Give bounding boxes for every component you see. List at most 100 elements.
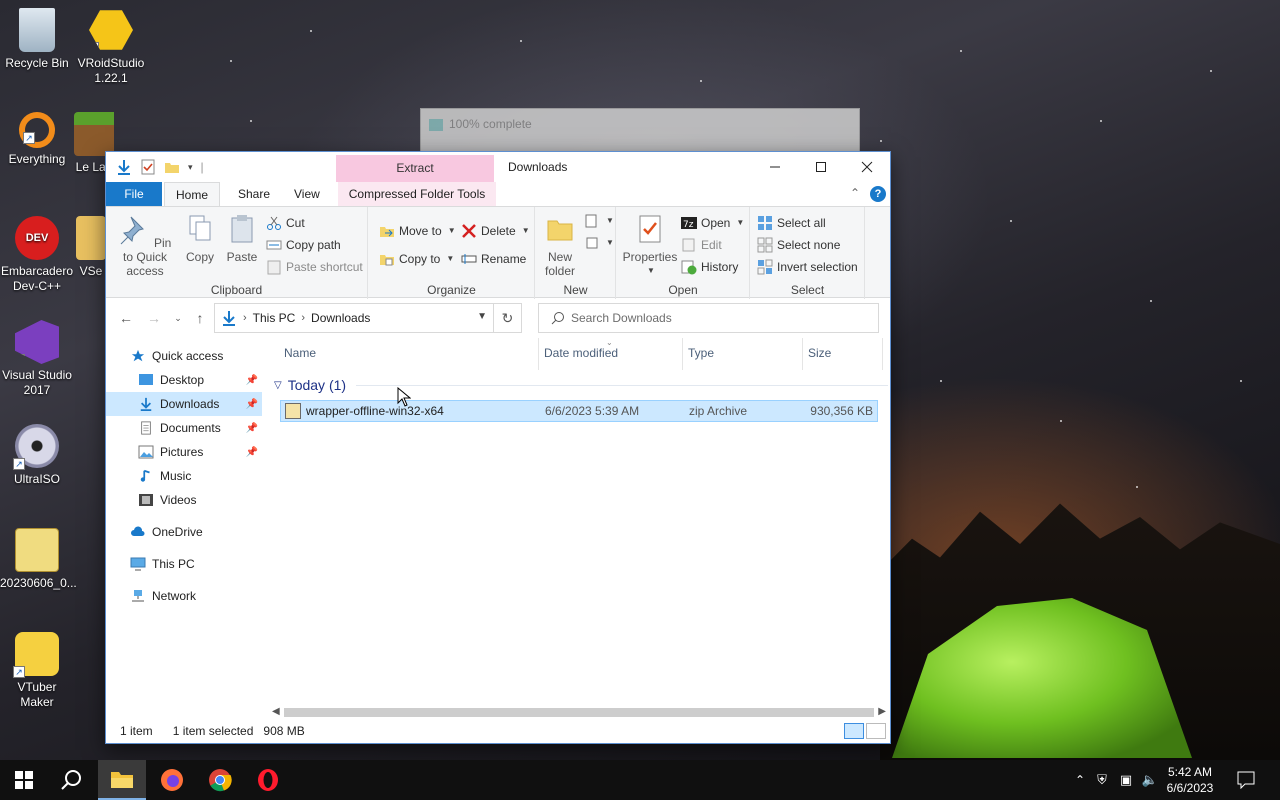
pin-quick-access-button[interactable]: Pin to Quick access <box>112 213 178 278</box>
up-button[interactable]: ↑ <box>190 309 210 327</box>
nav-pictures[interactable]: Pictures 📌 <box>106 440 262 464</box>
column-date-modified[interactable]: Date modified <box>544 346 618 360</box>
title-bar[interactable]: ▾ | Extract Downloads <box>106 152 890 182</box>
scroll-left-icon[interactable]: ◀ <box>272 706 280 717</box>
collapse-ribbon-icon[interactable]: ⌃ <box>850 186 860 200</box>
volume-muted-icon[interactable]: 🔈 <box>1138 772 1162 788</box>
copy-path-button[interactable]: Copy path <box>266 235 341 255</box>
nav-network[interactable]: Network <box>106 584 262 608</box>
scroll-thumb[interactable] <box>284 708 874 717</box>
nav-quick-access[interactable]: Quick access <box>106 344 262 368</box>
taskbar-chrome[interactable] <box>196 760 244 800</box>
new-item-button[interactable]: ▼ <box>584 211 614 231</box>
column-size[interactable]: Size <box>808 346 831 360</box>
column-separator[interactable] <box>882 338 883 370</box>
taskbar-clock[interactable]: 5:42 AM 6/6/2023 <box>1160 764 1220 796</box>
search-box[interactable] <box>538 303 879 333</box>
taskbar-firefox[interactable] <box>148 760 196 800</box>
maximize-button[interactable] <box>798 152 844 182</box>
refresh-button[interactable]: ↻ <box>493 304 521 332</box>
minimize-button[interactable] <box>752 152 798 182</box>
nav-onedrive[interactable]: OneDrive <box>106 520 262 544</box>
details-view-button[interactable] <box>844 723 864 739</box>
tab-share[interactable]: Share <box>226 182 282 206</box>
file-explorer-window[interactable]: ▾ | Extract Downloads File Home Share Vi… <box>105 151 891 744</box>
desktop-icon-devcpp[interactable]: DEV Embarcadero Dev-C++ <box>0 216 74 294</box>
desktop-icon-visual-studio[interactable]: ↗ Visual Studio 2017 <box>0 320 74 398</box>
show-hidden-icons-icon[interactable]: ⌃ <box>1070 773 1090 787</box>
taskbar-opera[interactable] <box>244 760 292 800</box>
tab-home[interactable]: Home <box>164 182 220 206</box>
nav-videos[interactable]: Videos <box>106 488 262 512</box>
breadcrumb-this-pc[interactable]: This PC <box>253 311 296 325</box>
back-button[interactable]: ← <box>116 309 136 327</box>
new-folder-button[interactable]: New folder <box>540 213 580 278</box>
windows-logo-icon <box>15 771 33 789</box>
desktop-icon-vse[interactable]: VSe <box>74 216 108 279</box>
copy-button[interactable]: Copy <box>182 213 218 264</box>
properties-icon <box>639 215 661 243</box>
search-input[interactable] <box>565 305 878 331</box>
rename-button[interactable]: Rename <box>461 249 526 269</box>
column-name[interactable]: Name <box>284 346 316 360</box>
desktop-icon-vtuber-maker[interactable]: ↗ VTuber Maker <box>0 632 74 710</box>
properties-button[interactable]: Properties ▼ <box>621 213 679 278</box>
select-none-button[interactable]: Select none <box>757 235 840 255</box>
desktop-icon-ultraiso[interactable]: ↗ UltraISO <box>0 424 74 487</box>
paste-shortcut-button[interactable]: Paste shortcut <box>266 257 363 277</box>
new-folder-icon[interactable] <box>164 159 180 175</box>
tab-extract-context[interactable]: Extract <box>336 155 494 182</box>
tab-compressed-folder-tools[interactable]: Compressed Folder Tools <box>338 182 496 206</box>
desktop-icon-label: Recycle Bin <box>5 56 69 70</box>
forward-button[interactable]: → <box>144 309 164 327</box>
scroll-right-icon[interactable]: ▶ <box>878 706 886 717</box>
recent-locations-button[interactable]: ⌄ <box>168 309 188 327</box>
network-icon[interactable]: ▣ <box>1114 772 1138 788</box>
properties-check-icon[interactable] <box>140 159 156 175</box>
nav-this-pc[interactable]: This PC <box>106 552 262 576</box>
nav-desktop[interactable]: Desktop 📌 <box>106 368 262 392</box>
desktop-icon-iso-file[interactable]: 20230606_0... <box>0 528 77 591</box>
column-separator[interactable] <box>538 338 539 370</box>
desktop-icon-everything[interactable]: ↗ Everything <box>0 112 74 167</box>
address-row: ← → ⌄ ↑ › This PC › Downloads ▼ ↻ <box>106 299 890 337</box>
delete-button[interactable]: Delete ▼ <box>461 221 530 241</box>
desktop-icon-vroid[interactable]: ↗ VRoidStudio 1.22.1 <box>74 8 148 86</box>
file-row[interactable]: wrapper-offline-win32-x64 6/6/2023 5:39 … <box>280 400 878 422</box>
cut-button[interactable]: Cut <box>266 213 305 233</box>
nav-documents[interactable]: Documents 📌 <box>106 416 262 440</box>
horizontal-scrollbar[interactable]: ◀ ▶ <box>268 704 890 720</box>
breadcrumb-downloads[interactable]: Downloads <box>311 311 370 325</box>
large-icons-view-button[interactable] <box>866 723 886 739</box>
qat-customize-icon[interactable]: ▾ <box>188 162 193 173</box>
security-icon[interactable]: ⛨ <box>1090 772 1114 788</box>
close-button[interactable] <box>844 152 890 182</box>
move-to-button[interactable]: Move to ▼ <box>379 221 456 241</box>
start-button[interactable] <box>0 760 48 800</box>
column-separator[interactable] <box>682 338 683 370</box>
group-header-today[interactable]: ▽ Today (1) <box>268 374 888 396</box>
address-bar[interactable]: › This PC › Downloads ▼ ↻ <box>214 303 522 333</box>
tab-view[interactable]: View <box>282 182 332 206</box>
help-icon[interactable]: ? <box>870 186 886 202</box>
column-separator[interactable] <box>802 338 803 370</box>
paste-button[interactable]: Paste <box>224 213 260 264</box>
column-type[interactable]: Type <box>688 346 714 360</box>
select-all-button[interactable]: Select all <box>757 213 826 233</box>
invert-selection-button[interactable]: Invert selection <box>757 257 858 277</box>
address-dropdown-icon[interactable]: ▼ <box>477 311 487 322</box>
select-all-icon <box>758 216 772 230</box>
vroid-icon: ↗ <box>89 10 133 50</box>
desktop-icon-recycle-bin[interactable]: Recycle Bin <box>0 8 74 71</box>
edit-button[interactable]: Edit <box>681 235 722 255</box>
copy-to-button[interactable]: Copy to ▼ <box>379 249 454 269</box>
action-center-button[interactable] <box>1222 760 1270 800</box>
nav-music[interactable]: Music <box>106 464 262 488</box>
open-button[interactable]: 7z Open ▼ <box>681 213 744 233</box>
taskbar-file-explorer[interactable] <box>98 760 146 800</box>
history-button[interactable]: History <box>681 257 738 277</box>
easy-access-button[interactable]: ▼ <box>584 233 614 253</box>
nav-downloads[interactable]: Downloads 📌 <box>106 392 262 416</box>
search-button[interactable] <box>48 760 96 800</box>
tab-file[interactable]: File <box>106 182 162 206</box>
